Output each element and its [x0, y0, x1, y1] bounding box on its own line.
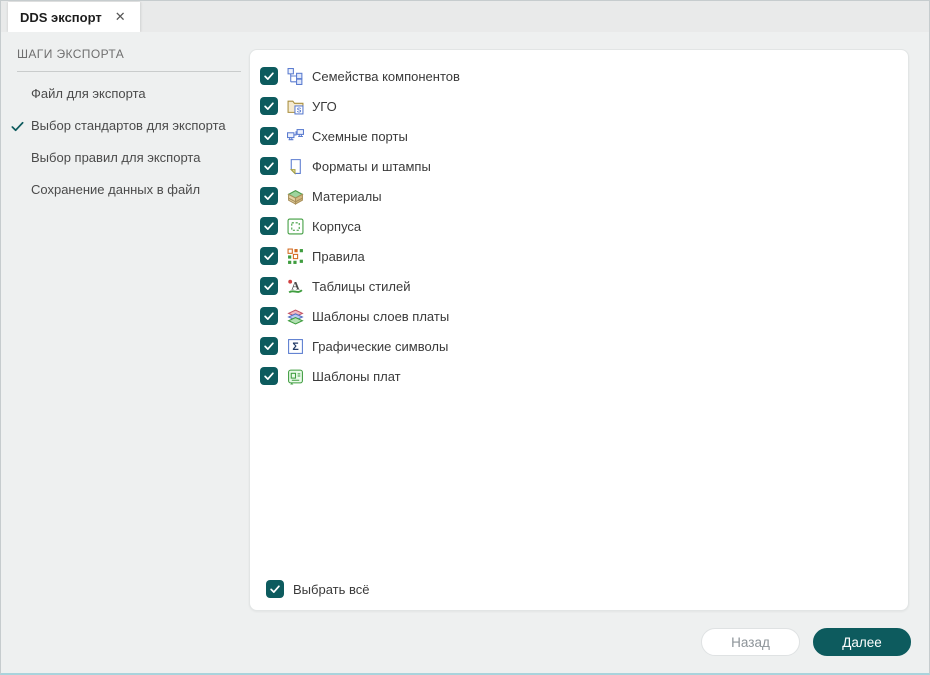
item-checkbox[interactable]: [260, 157, 278, 175]
sidebar-divider: [17, 71, 241, 72]
standards-selection-panel: Семейства компонентов S УГО Схемные порты Фо…: [249, 49, 909, 611]
export-item-row: Корпуса: [250, 211, 908, 241]
packages-icon: [287, 218, 304, 235]
export-items-list: Семейства компонентов S УГО Схемные порты Фо…: [250, 61, 908, 391]
component-families-icon: [287, 67, 304, 85]
main-area: ШАГИ ЭКСПОРТА Файл для экспорта Выбор ста…: [1, 32, 929, 673]
export-item-row: Шаблоны слоев платы: [250, 301, 908, 331]
select-all-row[interactable]: Выбрать всё: [266, 574, 369, 604]
export-item-row: Правила: [250, 241, 908, 271]
export-item-row: Семейства компонентов: [250, 61, 908, 91]
item-label: Правила: [312, 248, 365, 264]
item-checkbox[interactable]: [260, 277, 278, 295]
sidebar-step[interactable]: Сохранение данных в файл: [1, 182, 249, 198]
item-label: Шаблоны плат: [312, 368, 401, 384]
item-label: УГО: [312, 98, 337, 114]
formats-stamps-icon: [287, 158, 304, 175]
step-label: Выбор правил для экспорта: [31, 150, 201, 165]
export-item-row: Схемные порты: [250, 121, 908, 151]
item-label: Материалы: [312, 188, 382, 204]
item-label: Корпуса: [312, 218, 362, 234]
sidebar-step[interactable]: Выбор правил для экспорта: [1, 150, 249, 166]
step-label: Сохранение данных в файл: [31, 182, 201, 197]
svg-text:S: S: [297, 107, 302, 114]
item-checkbox[interactable]: [260, 67, 278, 85]
export-item-row: Σ Графические символы: [250, 331, 908, 361]
dds-export-window: DDS экспорт ✕ ШАГИ ЭКСПОРТА Файл для экс…: [0, 0, 930, 675]
tab-title: DDS экспорт: [20, 9, 102, 25]
item-label: Семейства компонентов: [312, 68, 460, 84]
item-label: Таблицы стилей: [312, 278, 411, 294]
export-item-row: Форматы и штампы: [250, 151, 908, 181]
item-checkbox[interactable]: [260, 337, 278, 355]
step-label: Файл для экспорта: [31, 86, 146, 101]
tab-bar: DDS экспорт ✕: [1, 1, 929, 32]
select-all-checkbox[interactable]: [266, 580, 284, 598]
item-checkbox[interactable]: [260, 217, 278, 235]
export-item-row: S УГО: [250, 91, 908, 121]
item-label: Графические символы: [312, 338, 449, 354]
board-layers-icon: [287, 308, 304, 325]
export-item-row: Материалы: [250, 181, 908, 211]
style-tables-icon: A: [287, 278, 304, 295]
item-label: Шаблоны слоев платы: [312, 308, 450, 324]
item-checkbox[interactable]: [260, 367, 278, 385]
sidebar-header: ШАГИ ЭКСПОРТА: [17, 47, 125, 61]
next-button[interactable]: Далее: [813, 628, 911, 656]
item-checkbox[interactable]: [260, 247, 278, 265]
svg-text:Σ: Σ: [292, 341, 299, 353]
item-checkbox[interactable]: [260, 127, 278, 145]
step-label: Выбор стандартов для экспорта: [31, 118, 226, 133]
item-checkbox[interactable]: [260, 187, 278, 205]
step-check-icon: [10, 119, 25, 134]
item-label: Схемные порты: [312, 128, 408, 144]
board-templates-icon: [287, 368, 304, 385]
sidebar-step[interactable]: Файл для экспорта: [1, 86, 249, 102]
item-checkbox[interactable]: [260, 97, 278, 115]
schematic-ports-icon: [287, 128, 304, 145]
item-checkbox[interactable]: [260, 307, 278, 325]
rules-icon: [287, 248, 304, 265]
back-button[interactable]: Назад: [701, 628, 800, 656]
sidebar-step[interactable]: Выбор стандартов для экспорта: [1, 118, 249, 134]
item-label: Форматы и штампы: [312, 158, 431, 174]
export-item-row: Шаблоны плат: [250, 361, 908, 391]
export-item-row: A Таблицы стилей: [250, 271, 908, 301]
graphic-symbols-icon: Σ: [287, 338, 304, 355]
select-all-label: Выбрать всё: [293, 581, 370, 597]
materials-icon: [287, 188, 304, 205]
export-steps-list: Файл для экспорта Выбор стандартов для эк…: [1, 86, 249, 214]
ugo-folder-icon: S: [287, 98, 304, 115]
tab-dds-export[interactable]: DDS экспорт ✕: [8, 2, 140, 32]
close-icon[interactable]: ✕: [113, 10, 128, 25]
